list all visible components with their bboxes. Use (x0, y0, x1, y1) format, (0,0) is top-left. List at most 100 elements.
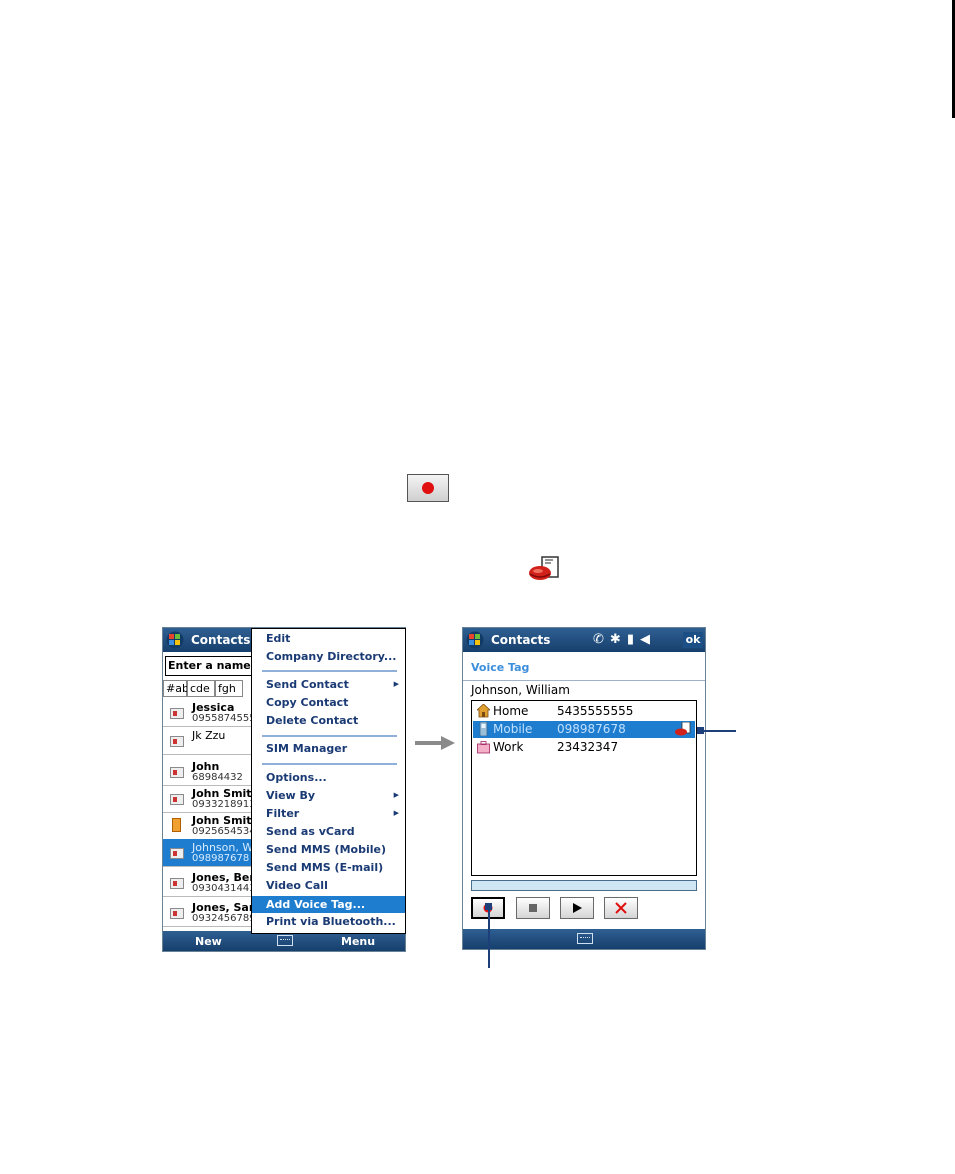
soft-key-bar: New Menu (163, 931, 405, 951)
search-input[interactable]: Enter a name... (165, 656, 265, 676)
contact-card-icon (170, 708, 184, 719)
voice-tag-header: Voice Tag (471, 661, 530, 674)
menu-item-send-vcard[interactable]: Send as vCard (266, 825, 355, 838)
menu-item-send-mms-email[interactable]: Send MMS (E-mail) (266, 861, 383, 874)
record-icon (422, 482, 434, 494)
menu-item-options[interactable]: Options... (266, 771, 327, 784)
contact-number: 098987678 (192, 853, 250, 864)
stop-icon (529, 904, 537, 912)
menu-item-company-directory[interactable]: Company Directory... (266, 650, 396, 663)
volume-icon[interactable]: ◀ (640, 632, 656, 647)
home-icon (477, 704, 490, 718)
sim-contact-icon (172, 818, 181, 832)
menu-softkey[interactable]: Menu (341, 935, 375, 948)
contact-card-icon (170, 794, 184, 805)
play-button[interactable] (560, 897, 594, 919)
ok-button[interactable]: ok (683, 632, 703, 648)
voice-tag-screen: Contacts ✆✱▮◀ ok Voice Tag Johnson, Will… (462, 627, 706, 950)
menu-separator (262, 763, 397, 765)
contact-number: 0933218913 (192, 799, 256, 810)
number-row-work[interactable]: Work 23432347 (473, 739, 695, 756)
contact-card-icon (170, 878, 184, 889)
contact-number: 0932456789 (192, 913, 256, 924)
stop-button[interactable] (516, 897, 550, 919)
keyboard-icon[interactable] (277, 935, 293, 946)
mobile-icon (479, 722, 488, 736)
tab-fgh[interactable]: fgh (215, 680, 243, 697)
menu-item-sim-manager[interactable]: SIM Manager (266, 742, 347, 755)
context-menu: Edit Company Directory... Send Contact ▶… (251, 628, 406, 934)
phone-number: 5435555555 (557, 704, 634, 718)
contact-name: Jk Zzu (192, 729, 226, 742)
contact-row-selected[interactable]: Johnson, W 098987678 (163, 839, 263, 867)
contact-card-icon (170, 736, 184, 747)
callout-line-voice-tag (700, 730, 736, 732)
callout-line-record (488, 906, 490, 968)
record-button-sample (407, 474, 449, 502)
callout-marker (485, 903, 492, 910)
menu-item-delete-contact[interactable]: Delete Contact (266, 714, 358, 727)
number-type: Mobile (493, 722, 533, 736)
contact-number: 0930431443 (192, 883, 256, 894)
number-row-home[interactable]: Home 5435555555 (473, 703, 695, 720)
submenu-arrow-icon: ▶ (393, 680, 399, 688)
tab-cde[interactable]: cde (187, 680, 215, 697)
number-type: Home (493, 704, 529, 718)
contact-card-icon (170, 767, 184, 778)
menu-item-copy-contact[interactable]: Copy Contact (266, 696, 348, 709)
number-list: Home 5435555555 Mobile 098987678 Work 23… (471, 700, 697, 876)
contact-number: 0955874555 (192, 713, 256, 724)
status-icons: ✆✱▮◀ (593, 632, 656, 647)
menu-separator (262, 735, 397, 737)
contact-row[interactable]: Jk Zzu (163, 727, 263, 755)
connectivity-icon: ✱ (609, 632, 627, 647)
keyboard-icon[interactable] (577, 933, 593, 944)
new-softkey[interactable]: New (195, 935, 222, 948)
phone-number: 098987678 (557, 722, 626, 736)
submenu-arrow-icon: ▶ (393, 791, 399, 799)
callout-marker (697, 727, 704, 734)
play-icon (573, 903, 582, 913)
soft-key-bar (463, 929, 705, 949)
voice-tag-icon (675, 722, 691, 736)
menu-item-print-bluetooth[interactable]: Print via Bluetooth... (266, 915, 396, 928)
number-type: Work (493, 740, 524, 754)
number-row-mobile[interactable]: Mobile 098987678 (473, 721, 695, 738)
menu-item-filter[interactable]: Filter (266, 807, 299, 820)
windows-start-icon[interactable] (166, 631, 184, 649)
work-icon (477, 741, 490, 754)
contact-row[interactable]: Jones, Ben 0930431443 (163, 869, 263, 897)
app-title: Contacts (191, 633, 251, 647)
divider (463, 680, 705, 681)
voice-tag-icon (529, 556, 559, 580)
app-title: Contacts (491, 633, 551, 647)
menu-item-video-call[interactable]: Video Call (266, 879, 328, 892)
delete-button[interactable] (604, 897, 638, 919)
recording-progress-bar (471, 880, 697, 891)
title-bar: Contacts ✆✱▮◀ ok (463, 628, 705, 652)
contact-row[interactable]: John Smith 0933218913 (163, 785, 263, 813)
tab-ab[interactable]: #ab (163, 680, 189, 697)
menu-item-send-contact[interactable]: Send Contact (266, 678, 349, 691)
arrow-right-icon (415, 736, 455, 750)
contact-row[interactable]: John Smith 0925654534 (163, 812, 263, 840)
contact-row[interactable]: John 68984432 (163, 758, 263, 786)
phone-number: 23432347 (557, 740, 619, 754)
contact-card-icon (170, 848, 184, 859)
delete-icon (615, 902, 627, 914)
submenu-arrow-icon: ▶ (393, 809, 399, 817)
contact-row[interactable]: Jessica 0955874555 (163, 699, 263, 727)
phone-call-icon: ✆ (593, 632, 610, 647)
contact-row[interactable]: Jones, Sar 0932456789 (163, 899, 263, 927)
contact-card-icon (170, 908, 184, 919)
menu-item-send-mms-mobile[interactable]: Send MMS (Mobile) (266, 843, 386, 856)
menu-separator (262, 670, 397, 672)
contact-number: 0925654534 (192, 826, 256, 837)
contact-full-name: Johnson, William (471, 683, 570, 697)
contact-number: 68984432 (192, 772, 243, 783)
windows-start-icon[interactable] (466, 631, 484, 649)
menu-item-add-voice-tag[interactable]: Add Voice Tag... (252, 896, 405, 913)
signal-icon: ▮ (626, 632, 640, 647)
menu-item-view-by[interactable]: View By (266, 789, 315, 802)
menu-item-edit[interactable]: Edit (266, 632, 290, 645)
